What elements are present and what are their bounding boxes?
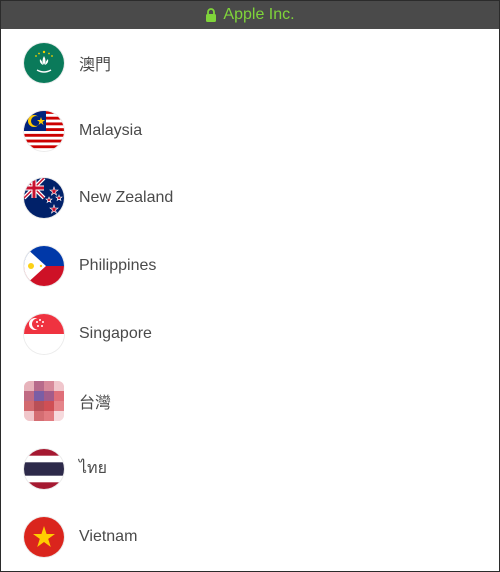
address-bar[interactable]: Apple Inc. <box>1 1 499 29</box>
list-item[interactable]: Malaysia <box>1 97 499 165</box>
philippines-flag-icon <box>24 245 64 286</box>
list-item[interactable]: 台灣 <box>1 367 499 435</box>
country-label: Singapore <box>79 324 152 342</box>
site-title: Apple Inc. <box>223 6 295 23</box>
country-list: 澳門 Malaysia New Zealand Philippines Sing… <box>1 29 499 571</box>
list-item[interactable]: Philippines <box>1 232 499 300</box>
new-zealand-flag-icon <box>24 178 64 219</box>
singapore-flag-icon <box>24 313 64 354</box>
list-item[interactable]: Vietnam <box>1 503 499 571</box>
list-item[interactable]: 澳門 <box>1 29 499 97</box>
vietnam-flag-icon <box>24 516 64 557</box>
country-label: Philippines <box>79 256 157 274</box>
list-item[interactable]: Singapore <box>1 300 499 368</box>
country-label: Malaysia <box>79 121 143 139</box>
taiwan-flag-icon <box>24 381 64 422</box>
list-item[interactable]: ไทย <box>1 435 499 503</box>
macau-flag-icon <box>24 42 64 83</box>
country-label: New Zealand <box>79 189 174 207</box>
malaysia-flag-icon <box>24 110 64 151</box>
country-label: Vietnam <box>79 527 138 545</box>
thailand-flag-icon <box>24 448 64 489</box>
country-label: 台灣 <box>79 395 112 413</box>
browser-frame: Apple Inc. 澳門 Malaysia New Zealand Phili… <box>0 0 500 572</box>
country-label: 澳門 <box>79 56 112 74</box>
list-item[interactable]: New Zealand <box>1 164 499 232</box>
lock-icon <box>206 8 217 22</box>
country-label: ไทย <box>79 460 107 478</box>
